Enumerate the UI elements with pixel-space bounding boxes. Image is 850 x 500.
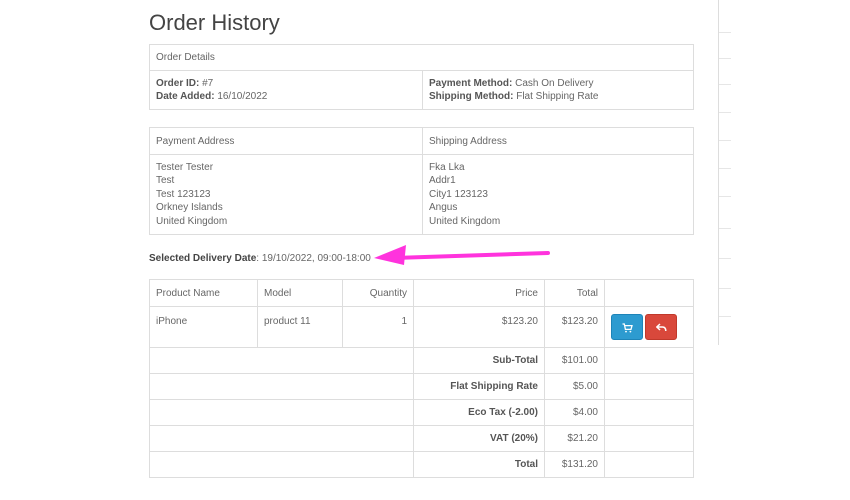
address-line: Tester Tester [156,161,214,173]
totals-row: VAT (20%) $21.20 [149,425,694,452]
date-added-value: 16/10/2022 [217,91,268,102]
product-quantity-cell: 1 [342,306,414,348]
order-id-label: Order ID: [156,77,200,89]
order-details-table: Order Details Order ID: #7 Date Added: 1… [149,44,694,110]
product-total-cell: $123.20 [544,306,605,348]
right-column-tick [719,84,731,85]
order-details-header: Order Details [149,44,694,71]
totals-value: $5.00 [544,373,605,400]
address-line: Orkney Islands [156,202,223,214]
reorder-button[interactable] [611,314,643,340]
column-header-total: Total [544,279,605,307]
address-line: Angus [429,202,458,214]
address-line: Test [156,175,175,187]
totals-label: Sub-Total [492,355,538,366]
right-column-tick [719,112,731,113]
right-column-tick [719,196,731,197]
totals-value: $131.20 [544,451,605,478]
totals-value: $4.00 [544,399,605,426]
right-column-tick [719,316,731,317]
order-id-value: #7 [202,77,214,89]
payment-method-value: Cash On Delivery [515,77,594,89]
column-header-quantity: Quantity [342,279,414,307]
totals-label: Eco Tax (-2.00) [468,407,538,418]
column-header-model: Model [257,279,343,307]
right-column-tick [719,32,731,33]
page-title: Order History [149,10,280,35]
annotation-arrow-head [374,245,406,265]
product-model-cell: product 11 [257,306,343,348]
shopping-cart-icon [622,323,633,333]
right-column-tick [719,228,731,229]
totals-row: Flat Shipping Rate $5.00 [149,373,694,400]
column-header-price: Price [413,279,545,307]
right-column-tick [719,140,731,141]
totals-label: Total [514,459,538,470]
totals-row: Sub-Total $101.00 [149,347,694,374]
table-row: iPhone product 11 1 $123.20 $123.20 [149,306,694,348]
address-line: Addr1 [429,175,456,187]
shipping-address-cell: Fka Lka Addr1 City1 123123 Angus United … [422,154,694,235]
delivery-date-value: : 19/10/2022, 09:00-18:00 [256,253,371,264]
column-header-product-name: Product Name [149,279,258,307]
right-column-border [718,0,719,345]
selected-delivery-date: Selected Delivery Date: 19/10/2022, 09:0… [149,253,371,264]
totals-value: $101.00 [544,347,605,374]
delivery-date-label: Selected Delivery Date [149,253,257,264]
product-actions-cell [604,306,694,348]
date-added-label: Date Added: [156,91,215,102]
right-column-tick [719,288,731,289]
shipping-address-header: Shipping Address [422,127,694,155]
payment-method-label: Payment Method: [429,77,513,89]
right-column-tick [719,58,731,59]
address-line: United Kingdom [156,215,228,227]
payment-address-cell: Tester Tester Test Test 123123 Orkney Is… [149,154,423,235]
payment-address-header: Payment Address [149,127,423,155]
order-methods-cell: Payment Method: Cash On Delivery Shippin… [422,70,694,110]
right-column-tick [719,258,731,259]
right-column-tick [719,168,731,169]
address-line: Test 123123 [156,188,211,200]
address-line: Fka Lka [429,161,465,173]
totals-value: $21.20 [544,425,605,452]
column-header-actions [604,279,694,307]
annotation-arrow [374,245,550,265]
annotation-arrow-shaft [392,251,550,260]
reply-icon [655,323,667,331]
totals-row: Eco Tax (-2.00) $4.00 [149,399,694,426]
address-table: Payment Address Shipping Address Tester … [149,127,694,235]
shipping-method-label: Shipping Method: [429,91,514,102]
shipping-method-value: Flat Shipping Rate [516,91,599,102]
address-line: City1 123123 [429,188,488,200]
product-price-cell: $123.20 [413,306,545,348]
order-info-cell: Order ID: #7 Date Added: 16/10/2022 [149,70,423,110]
totals-row: Total $131.20 [149,451,694,478]
totals-label: VAT (20%) [490,433,538,444]
product-name-cell: iPhone [149,306,258,348]
products-table: Product Name Model Quantity Price Total … [149,279,694,478]
address-line: United Kingdom [429,215,501,227]
return-button[interactable] [645,314,677,340]
totals-label: Flat Shipping Rate [450,381,538,392]
